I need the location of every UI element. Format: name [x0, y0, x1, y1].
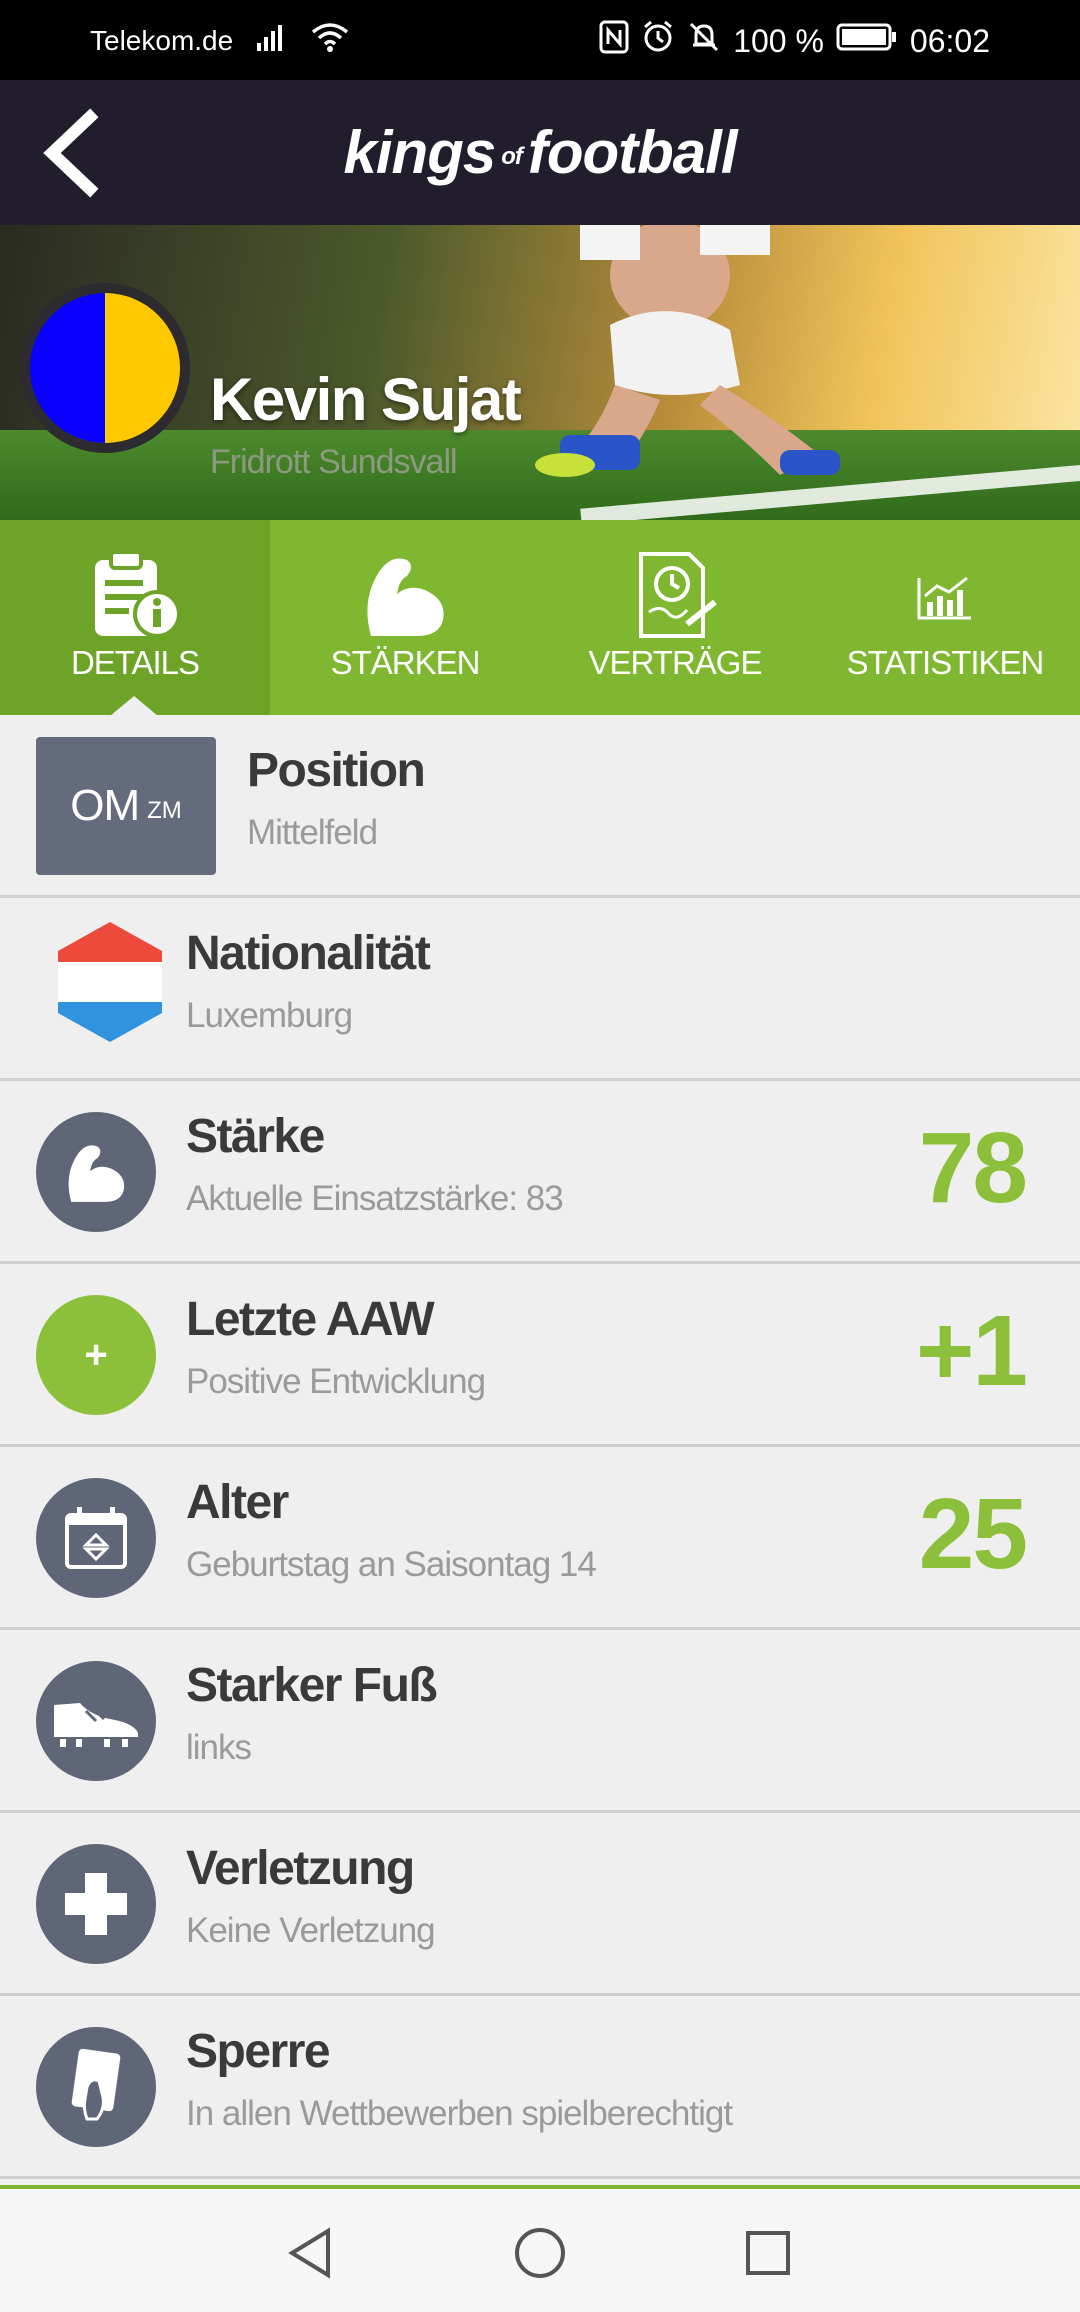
- injury-icon-circle: [36, 1844, 156, 1964]
- last-aaw-title: Letzte AAW: [186, 1293, 435, 1346]
- app-logo: kings of football: [0, 118, 1080, 187]
- list-item-last-aaw[interactable]: + Letzte AAW Positive Entwicklung +1: [0, 1264, 1080, 1447]
- crest-right-half: [105, 293, 180, 443]
- tab-statistiken[interactable]: STATISTIKEN: [810, 520, 1080, 715]
- nationality-value: Luxemburg: [186, 996, 353, 1035]
- tab-vertraege-label: VERTRÄGE: [588, 644, 763, 681]
- age-icon-circle: [36, 1478, 156, 1598]
- age-value: 25: [918, 1478, 1028, 1590]
- list-item-injury[interactable]: Verletzung Keine Verletzung: [0, 1813, 1080, 1996]
- tab-statistiken-label: STATISTIKEN: [846, 644, 1045, 681]
- calendar-icon: [65, 1507, 127, 1569]
- strength-icon-circle: [36, 1112, 156, 1232]
- medical-cross-icon: [65, 1873, 127, 1935]
- list-item-nationality[interactable]: Nationalität Luxemburg: [0, 898, 1080, 1081]
- nav-recents-button[interactable]: [738, 2223, 798, 2283]
- club-name: Fridrott Sundsvall: [210, 443, 458, 481]
- position-value: Mittelfeld: [247, 813, 378, 852]
- logo-of: of: [501, 143, 523, 171]
- position-title: Position: [247, 744, 426, 797]
- alarm-icon: [641, 20, 675, 62]
- contract-clock-icon: [639, 552, 717, 638]
- mute-bell-icon: [687, 20, 721, 62]
- status-bar: Telekom.de 100 % 06:02: [0, 0, 1080, 80]
- wifi-icon: [311, 22, 349, 59]
- nationality-title: Nationalität: [186, 927, 431, 980]
- logo-kings: kings: [343, 119, 497, 186]
- tab-bar: DETAILS STÄRKEN VERTRÄGE STATISTIKEN: [0, 520, 1080, 716]
- clock: 06:02: [909, 22, 990, 59]
- strong-foot-value: links: [186, 1728, 252, 1767]
- list-item-strong-foot[interactable]: Starker Fuß links: [0, 1630, 1080, 1813]
- position-badge: OM ZM: [36, 737, 216, 875]
- tab-staerken-label: STÄRKEN: [330, 644, 481, 681]
- tab-vertraege[interactable]: VERTRÄGE: [540, 520, 810, 715]
- tab-details-label: DETAILS: [70, 644, 200, 681]
- active-tab-indicator: [110, 696, 158, 716]
- position-code: OM: [70, 781, 140, 830]
- list-item-age[interactable]: Alter Geburtstag an Saisontag 14 25: [0, 1447, 1080, 1630]
- carrier-label: Telekom.de: [90, 24, 234, 56]
- strength-value: 78: [918, 1112, 1028, 1224]
- suspension-value: In allen Wettbewerben spielberechtigt: [186, 2094, 733, 2133]
- strong-foot-title: Starker Fuß: [186, 1659, 438, 1712]
- suspension-title: Sperre: [186, 2025, 331, 2078]
- details-list: OM ZM Position Mittelfeld Nationalität L…: [0, 715, 1080, 2179]
- app-header: kings of football: [0, 80, 1080, 225]
- injury-title: Verletzung: [186, 1842, 415, 1895]
- square-recents-icon: [746, 2231, 790, 2275]
- club-crest: [20, 283, 190, 453]
- battery-percent: 100 %: [733, 22, 824, 59]
- flexed-arm-icon: [367, 558, 444, 636]
- triangle-back-icon: [288, 2227, 330, 2279]
- list-item-position[interactable]: OM ZM Position Mittelfeld: [0, 715, 1080, 898]
- chart-icon: [917, 576, 971, 620]
- tab-details[interactable]: DETAILS: [0, 520, 270, 716]
- nav-home-button[interactable]: [510, 2223, 570, 2283]
- nfc-icon: [599, 20, 629, 62]
- battery-icon: [836, 22, 898, 60]
- luxembourg-flag-icon: [58, 922, 162, 1042]
- injury-value: Keine Verletzung: [186, 1911, 436, 1950]
- player-name: Kevin Sujat: [210, 366, 522, 433]
- nav-back-button[interactable]: [282, 2223, 342, 2283]
- list-item-suspension[interactable]: Sperre In allen Wettbewerben spielberech…: [0, 1996, 1080, 2179]
- last-aaw-subtitle: Positive Entwicklung: [186, 1362, 486, 1401]
- signal-icon: [255, 23, 289, 58]
- list-item-strength[interactable]: Stärke Aktuelle Einsatzstärke: 83 78: [0, 1081, 1080, 1264]
- football-boot-icon: [54, 1703, 138, 1747]
- age-subtitle: Geburtstag an Saisontag 14: [186, 1545, 597, 1584]
- secondary-position-code: ZM: [147, 797, 182, 824]
- tab-staerken[interactable]: STÄRKEN: [270, 520, 540, 715]
- strength-subtitle: Aktuelle Einsatzstärke: 83: [186, 1179, 564, 1218]
- system-navigation-bar: [0, 2185, 1080, 2312]
- clipboard-info-icon: [95, 550, 181, 638]
- strength-title: Stärke: [186, 1110, 325, 1163]
- logo-football: football: [527, 119, 738, 186]
- celebrating-player-image: [535, 225, 840, 477]
- crest-left-half: [30, 293, 105, 443]
- referee-card-icon: [71, 2048, 121, 2121]
- flexed-arm-icon: [68, 1145, 125, 1202]
- last-aaw-value: +1: [915, 1295, 1028, 1407]
- suspension-icon-circle: [36, 2027, 156, 2147]
- age-title: Alter: [186, 1476, 289, 1529]
- plus-icon: +: [36, 1295, 156, 1415]
- circle-home-icon: [515, 2228, 565, 2278]
- strong-foot-icon-circle: [36, 1661, 156, 1781]
- player-hero-banner: Kevin Sujat Fridrott Sundsvall: [0, 225, 1080, 520]
